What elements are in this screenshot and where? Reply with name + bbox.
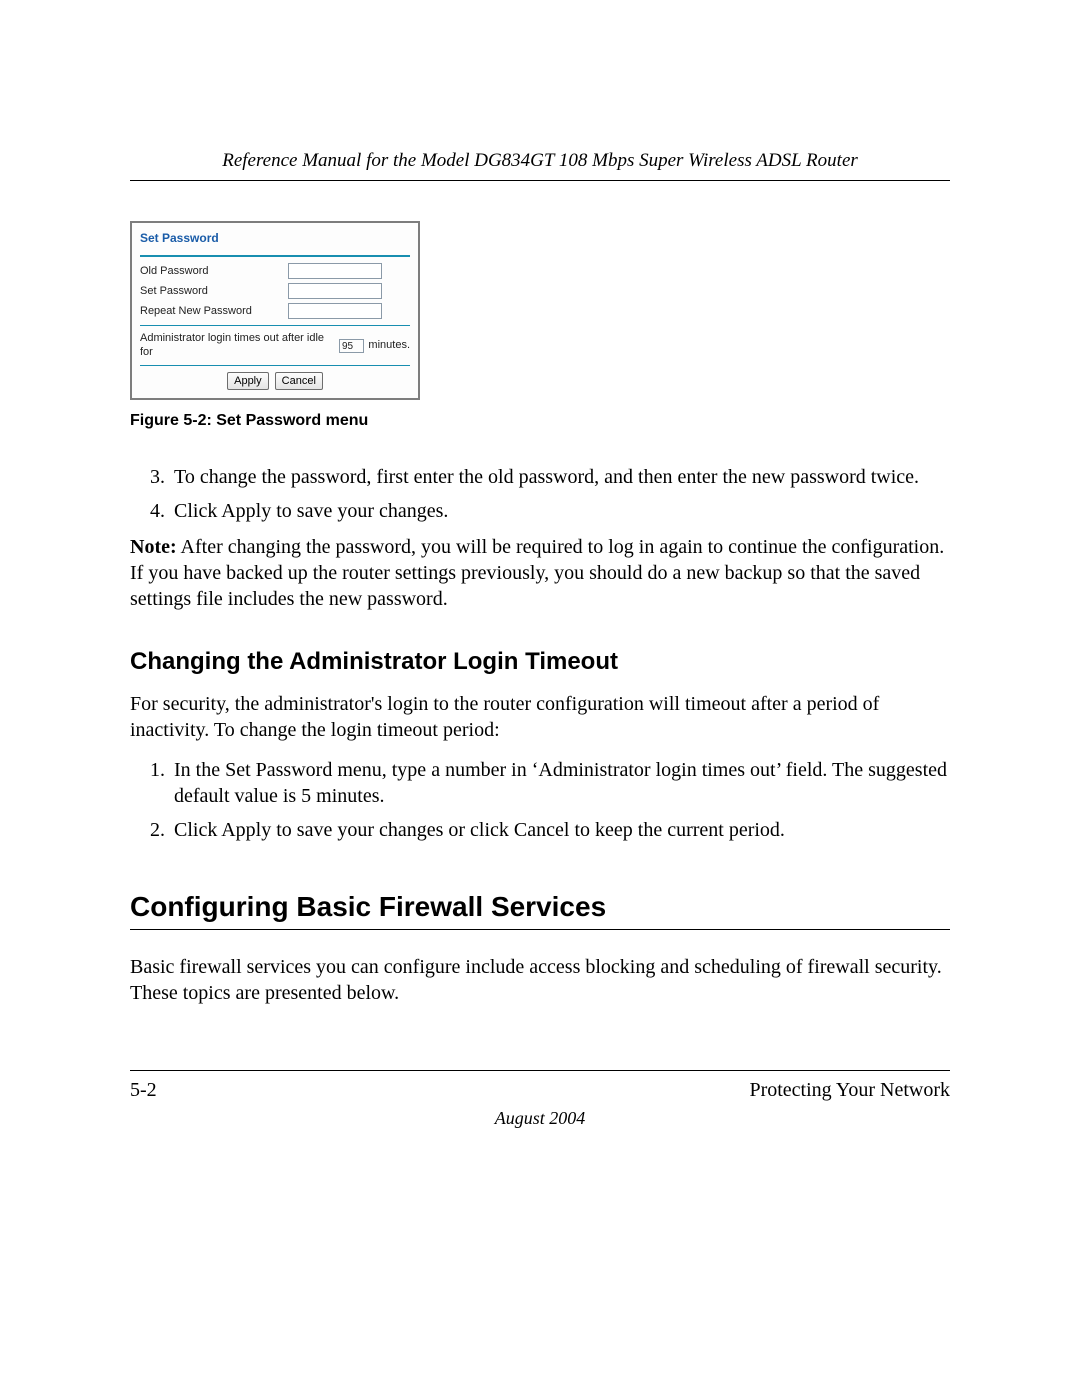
footer-rule	[130, 1070, 950, 1071]
old-password-input[interactable]	[288, 263, 382, 279]
set-password-label: Set Password	[140, 285, 288, 298]
list-item: Click Apply to save your changes or clic…	[170, 817, 950, 843]
old-password-label: Old Password	[140, 265, 288, 278]
repeat-password-input[interactable]	[288, 303, 382, 319]
figure-separator-2	[140, 365, 410, 366]
list-item: To change the password, first enter the …	[170, 464, 950, 490]
footer-page-number: 5-2	[130, 1079, 157, 1102]
figure-set-password: Set Password Old Password Set Password R…	[130, 221, 420, 400]
figure-separator	[140, 325, 410, 326]
section-rule	[130, 929, 950, 930]
cancel-button[interactable]: Cancel	[275, 372, 323, 390]
note-label: Note:	[130, 536, 177, 558]
figure-row-old: Old Password	[140, 263, 410, 279]
footer-chapter: Protecting Your Network	[749, 1079, 950, 1102]
ordered-steps-b: In the Set Password menu, type a number …	[130, 757, 950, 843]
figure-row-set: Set Password	[140, 283, 410, 299]
figure-idle-row: Administrator login times out after idle…	[140, 332, 410, 358]
note-text: After changing the password, you will be…	[130, 536, 944, 610]
idle-text-before: Administrator login times out after idle…	[140, 332, 335, 358]
figure-panel-title: Set Password	[140, 229, 410, 257]
idle-text-after: minutes.	[368, 339, 410, 352]
list-item: Click Apply to save your changes.	[170, 498, 950, 524]
figure-caption: Figure 5-2: Set Password menu	[130, 412, 950, 430]
repeat-password-label: Repeat New Password	[140, 305, 288, 318]
list-item: In the Set Password menu, type a number …	[170, 757, 950, 809]
sub-intro: For security, the administrator's login …	[130, 691, 950, 743]
running-header: Reference Manual for the Model DG834GT 1…	[130, 150, 950, 181]
note-paragraph: Note: After changing the password, you w…	[130, 534, 950, 612]
section-heading-firewall: Configuring Basic Firewall Services	[130, 889, 950, 925]
set-password-input[interactable]	[288, 283, 382, 299]
figure-row-repeat: Repeat New Password	[140, 303, 410, 319]
section-intro: Basic firewall services you can configur…	[130, 954, 950, 1006]
ordered-steps-a: To change the password, first enter the …	[130, 464, 950, 524]
idle-minutes-input[interactable]: 95	[339, 339, 364, 353]
footer-date: August 2004	[0, 1108, 1080, 1129]
page-footer: 5-2 Protecting Your Network	[130, 1070, 950, 1102]
apply-button[interactable]: Apply	[227, 372, 269, 390]
subheading-login-timeout: Changing the Administrator Login Timeout	[130, 646, 950, 677]
